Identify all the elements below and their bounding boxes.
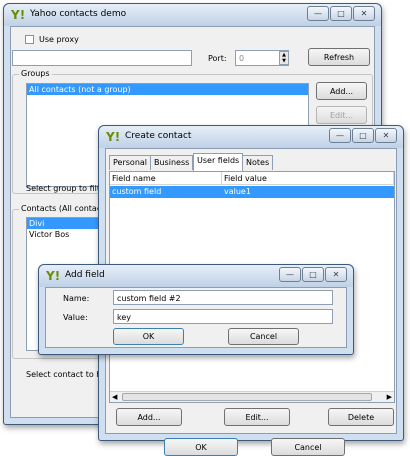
main-window-title: Yahoo contacts demo: [30, 9, 127, 19]
add-field-title: Add field: [65, 270, 105, 280]
column-field-name[interactable]: Field name: [110, 172, 222, 185]
close-button[interactable]: ✕: [353, 6, 375, 21]
scroll-right-icon[interactable]: ▶: [387, 393, 392, 401]
tab-business[interactable]: Business: [150, 155, 194, 170]
delete-button[interactable]: Delete: [328, 408, 394, 426]
create-contact-titlebar[interactable]: Y! Create contact — □ ✕: [99, 126, 403, 148]
select-contact-text: Select contact to hig: [26, 370, 109, 379]
close-button[interactable]: ✕: [375, 128, 397, 143]
tab-personal[interactable]: Personal: [109, 155, 152, 170]
add-field-cancel-button[interactable]: Cancel: [228, 328, 299, 345]
port-label: Port:: [208, 54, 227, 63]
groups-add-button[interactable]: Add...: [316, 82, 367, 100]
cancel-button[interactable]: Cancel: [271, 438, 345, 456]
select-group-text: Select group to filter: [26, 184, 109, 193]
scroll-left-icon[interactable]: ◀: [112, 393, 117, 401]
field-value-cell: value1: [224, 187, 251, 196]
yahoo-icon: Y!: [46, 269, 61, 283]
minimize-button[interactable]: —: [279, 267, 301, 282]
minimize-button[interactable]: —: [329, 128, 351, 143]
use-proxy-label: Use proxy: [39, 35, 79, 44]
value-input[interactable]: key: [113, 309, 333, 324]
main-titlebar[interactable]: Y! Yahoo contacts demo — □ ✕: [4, 4, 381, 26]
field-name-cell: custom field: [112, 187, 162, 196]
add-field-window: Y! Add field — □ ✕ Name: custom field #2…: [38, 264, 354, 355]
refresh-button[interactable]: Refresh: [308, 48, 370, 66]
edit-button[interactable]: Edit...: [224, 408, 290, 426]
yahoo-icon: Y!: [11, 8, 26, 22]
add-button[interactable]: Add...: [116, 408, 182, 426]
tab-notes[interactable]: Notes: [242, 155, 274, 170]
group-item[interactable]: All contacts (not a group): [27, 84, 308, 95]
maximize-button[interactable]: □: [302, 267, 324, 282]
tab-user-fields[interactable]: User fields: [193, 153, 244, 171]
add-field-titlebar[interactable]: Y! Add field — □ ✕: [39, 265, 353, 287]
maximize-button[interactable]: □: [330, 6, 352, 21]
value-label: Value:: [63, 313, 88, 322]
groups-title: Groups: [19, 69, 52, 78]
use-proxy-checkbox[interactable]: [25, 35, 34, 44]
create-contact-title: Create contact: [125, 131, 192, 141]
close-button[interactable]: ✕: [325, 267, 347, 282]
name-input[interactable]: custom field #2: [113, 290, 333, 305]
groups-edit-button[interactable]: Edit...: [316, 106, 367, 124]
tab-strip: Personal Business User fields Notes: [109, 153, 394, 171]
column-field-value[interactable]: Field value: [222, 172, 394, 185]
scroll-thumb[interactable]: [122, 393, 372, 401]
yahoo-icon: Y!: [106, 130, 121, 144]
ok-button[interactable]: OK: [164, 438, 238, 456]
maximize-button[interactable]: □: [352, 128, 374, 143]
port-spinner[interactable]: ▲ ▼: [279, 51, 289, 65]
add-field-client: Name: custom field #2 Value: key OK Canc…: [45, 287, 347, 348]
proxy-host-input[interactable]: [12, 50, 192, 66]
table-row[interactable]: custom field value1: [110, 186, 394, 198]
name-label: Name:: [63, 294, 90, 303]
horizontal-scrollbar[interactable]: ◀ ▶: [110, 391, 394, 402]
minimize-button[interactable]: —: [307, 6, 329, 21]
add-field-ok-button[interactable]: OK: [113, 328, 184, 345]
